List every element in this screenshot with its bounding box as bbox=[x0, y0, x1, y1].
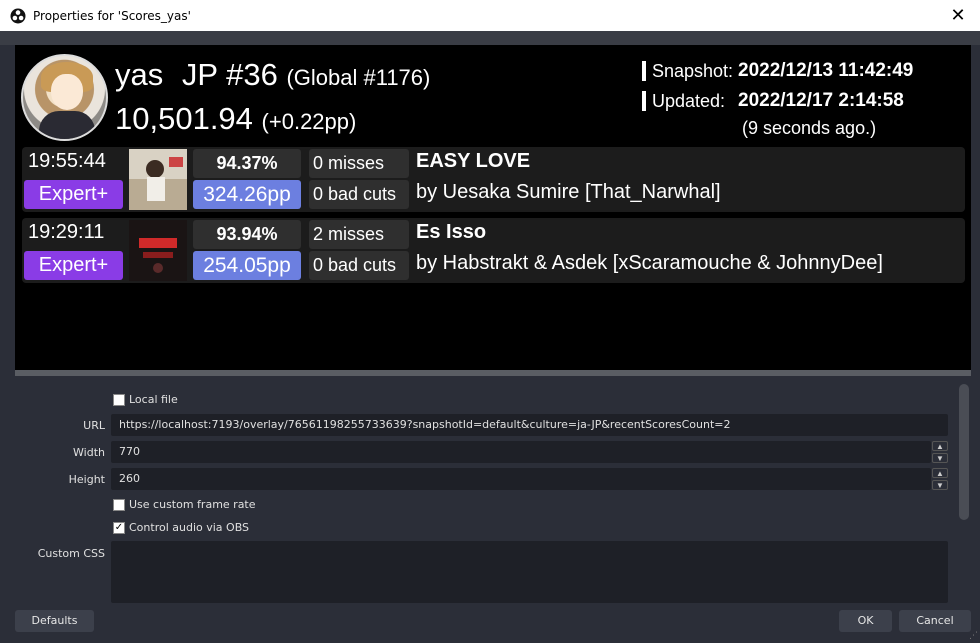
misses-count: 0 misses bbox=[309, 149, 409, 178]
song-jacket-image bbox=[129, 220, 187, 281]
avatar bbox=[21, 54, 108, 141]
properties-panel: Local file URL https://localhost:7193/ov… bbox=[0, 378, 980, 603]
cancel-button[interactable]: Cancel bbox=[899, 610, 971, 632]
snapshot-value: 2022/12/13 11:42:49 bbox=[738, 60, 914, 81]
player-pp-line: 10,501.94 (+0.22pp) bbox=[115, 101, 356, 137]
custom-css-label: Custom CSS bbox=[37, 547, 105, 560]
song-jacket-image bbox=[129, 149, 187, 210]
preview-resize-handle[interactable] bbox=[15, 370, 971, 376]
url-field[interactable]: https://localhost:7193/overlay/765611982… bbox=[111, 414, 948, 436]
checkmark-icon: ✓ bbox=[114, 521, 124, 533]
bad-cuts-count: 0 bad cuts bbox=[309, 251, 409, 280]
score-time: 19:29:11 bbox=[28, 221, 105, 243]
control-audio-option[interactable]: ✓ Control audio via OBS bbox=[113, 521, 249, 534]
source-preview: yas JP #36 (Global #1176) 10,501.94 (+0.… bbox=[15, 45, 971, 372]
width-label: Width bbox=[73, 446, 105, 459]
title-bar: Properties for 'Scores_yas' ✕ bbox=[0, 0, 980, 31]
chevron-up-icon[interactable]: ▲ bbox=[932, 441, 948, 451]
accuracy-value: 94.37% bbox=[193, 149, 301, 178]
score-row: 19:55:44 Expert+ 94.37% 324.26pp 0 misse… bbox=[22, 147, 965, 212]
custom-frame-rate-checkbox[interactable] bbox=[113, 498, 125, 511]
obs-logo-icon bbox=[10, 8, 26, 23]
window-title: Properties for 'Scores_yas' bbox=[33, 8, 191, 23]
song-author: by Habstrakt & Asdek [xScaramouche & Joh… bbox=[416, 252, 883, 274]
updated-value: 2022/12/17 2:14:58 bbox=[738, 90, 904, 111]
defaults-button[interactable]: Defaults bbox=[15, 610, 94, 632]
difficulty-badge: Expert+ bbox=[24, 251, 123, 280]
score-time: 19:55:44 bbox=[28, 150, 106, 172]
updated-label: Updated: bbox=[652, 90, 726, 111]
local-file-checkbox[interactable] bbox=[113, 393, 125, 406]
accuracy-value: 93.94% bbox=[193, 220, 301, 249]
player-name: yas bbox=[115, 57, 164, 92]
snapshot-info: Snapshot: 2022/12/13 11:42:49 Updated: 2… bbox=[642, 59, 967, 119]
chevron-up-icon[interactable]: ▲ bbox=[932, 468, 948, 478]
height-label: Height bbox=[68, 473, 105, 486]
difficulty-badge: Expert+ bbox=[24, 180, 123, 209]
snapshot-label: Snapshot: bbox=[652, 60, 734, 81]
chevron-down-icon[interactable]: ▼ bbox=[932, 453, 948, 463]
score-row: 19:29:11 Expert+ 93.94% 254.05pp 2 misse… bbox=[22, 218, 965, 283]
width-stepper[interactable]: ▲ ▼ bbox=[932, 441, 948, 463]
toolbar-strip bbox=[0, 31, 980, 45]
ok-button[interactable]: OK bbox=[839, 610, 892, 632]
properties-scrollbar[interactable] bbox=[959, 384, 969, 520]
player-pp: 10,501.94 bbox=[115, 101, 253, 136]
url-label: URL bbox=[83, 419, 105, 432]
pp-badge: 324.26pp bbox=[193, 180, 301, 209]
control-audio-label: Control audio via OBS bbox=[129, 521, 250, 534]
song-title: Es Isso bbox=[416, 221, 487, 243]
country-rank: JP #36 bbox=[181, 57, 278, 92]
bad-cuts-count: 0 bad cuts bbox=[309, 180, 409, 209]
control-audio-checkbox[interactable]: ✓ bbox=[113, 521, 125, 534]
updated-ago: (9 seconds ago.) bbox=[742, 118, 877, 138]
local-file-label: Local file bbox=[129, 393, 178, 406]
local-file-option[interactable]: Local file bbox=[113, 393, 178, 406]
custom-frame-rate-option[interactable]: Use custom frame rate bbox=[113, 498, 256, 511]
player-name-line: yas JP #36 (Global #1176) bbox=[115, 57, 430, 93]
pp-delta: (+0.22pp) bbox=[261, 109, 357, 134]
close-icon[interactable]: ✕ bbox=[946, 4, 970, 26]
resize-grip-icon[interactable]: ⋰ bbox=[969, 630, 978, 641]
custom-css-field[interactable] bbox=[111, 541, 948, 603]
height-field[interactable]: 260 bbox=[111, 468, 931, 490]
height-stepper[interactable]: ▲ ▼ bbox=[932, 468, 948, 490]
global-rank: (Global #1176) bbox=[286, 65, 431, 90]
chevron-down-icon[interactable]: ▼ bbox=[932, 480, 948, 490]
song-author: by Uesaka Sumire [That_Narwhal] bbox=[416, 181, 721, 203]
song-title: EASY LOVE bbox=[416, 150, 531, 172]
pp-badge: 254.05pp bbox=[193, 251, 301, 280]
custom-frame-rate-label: Use custom frame rate bbox=[129, 498, 256, 511]
misses-count: 2 misses bbox=[309, 220, 409, 249]
width-field[interactable]: 770 bbox=[111, 441, 931, 463]
